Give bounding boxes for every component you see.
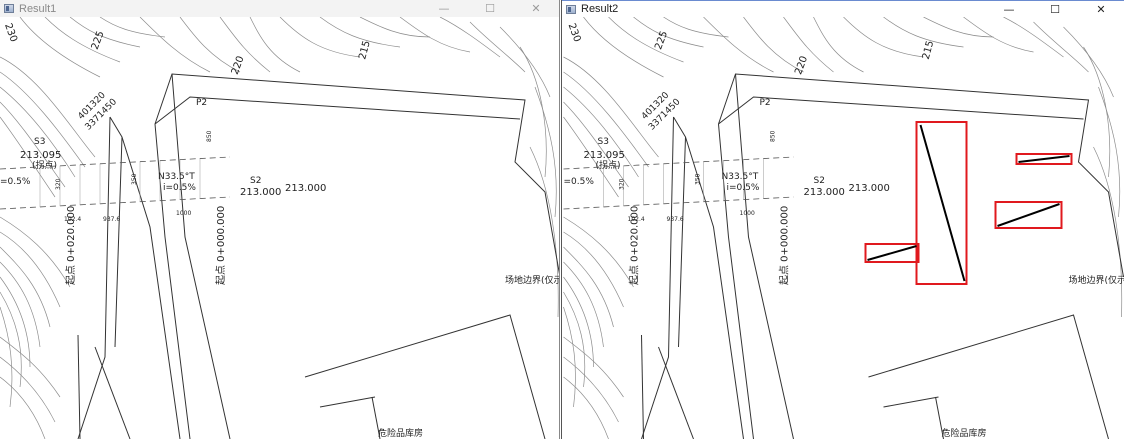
contour-label-220: 220 (230, 55, 247, 77)
drawing-svg: 230 225 220 215 401320 3371450 P2 S3 213… (0, 17, 559, 439)
s2-label: S2 (814, 176, 825, 186)
drawing-svg: 230 225 220 215 401320 3371450 P2 S3 213… (563, 17, 1124, 439)
site-boundary-label: 场地边界(仅示意) (505, 274, 559, 286)
s3-elevation: 213.095 (584, 150, 625, 161)
chainage-label-1: 起点 0+020.000 (65, 206, 77, 285)
dim-937-label: 937.6 (667, 216, 684, 223)
dim-320-label: 320 (55, 178, 62, 190)
dim-1000-label: 1000 (740, 210, 755, 217)
image-canvas: 230 225 220 215 401320 3371450 P2 S3 213… (562, 17, 1124, 439)
minimize-button[interactable]: — (986, 1, 1032, 18)
storage-label: 危险品库房 (942, 427, 987, 439)
close-button[interactable]: ✕ (1078, 1, 1124, 18)
s2-elevation: 213.000 (240, 187, 281, 198)
detected-line (1018, 155, 1070, 163)
window-title: Result2 (581, 3, 619, 15)
result1-window: Result1 — ☐ ✕ 230 225 220 215 401320 337… (0, 0, 560, 439)
dim-937-label: 937.6 (103, 216, 120, 223)
maximize-button[interactable]: ☐ (467, 0, 513, 17)
contour-label-215: 215 (357, 40, 373, 61)
contour-label-220: 220 (793, 55, 810, 77)
storage-label: 危险品库房 (378, 427, 423, 439)
slope-mid-label: i=0.5% (727, 183, 760, 193)
window-app-icon (4, 4, 14, 13)
title-bar[interactable]: Result1 — ☐ ✕ (0, 0, 559, 17)
center-elevation: 213.000 (849, 183, 890, 194)
contour-label-230: 230 (566, 22, 583, 44)
s3-label: S3 (34, 137, 45, 147)
window-title: Result1 (19, 2, 57, 15)
contour-label-215: 215 (921, 40, 937, 61)
contour-label-225: 225 (653, 30, 670, 52)
dim-1000-label: 1000 (176, 210, 191, 217)
close-button[interactable]: ✕ (513, 0, 559, 17)
dim-850-label: 850 (770, 130, 777, 142)
site-boundary-label: 场地边界(仅示意) (1069, 274, 1124, 286)
chainage-label-2: 起点 0+000.000 (215, 206, 227, 285)
dim-350-label: 350 (695, 173, 702, 185)
detected-line (997, 203, 1060, 227)
dim-320-label: 320 (619, 178, 626, 190)
slope-mid-label: i=0.5% (163, 183, 196, 193)
detection-overlay (864, 121, 1073, 285)
detected-line (867, 245, 917, 261)
s3-elevation: 213.095 (20, 150, 61, 161)
minimize-button[interactable]: — (421, 0, 467, 17)
point-p2-label: P2 (196, 98, 207, 108)
point-p2-label: P2 (760, 98, 771, 108)
slope-left-label: =0.5% (564, 177, 595, 187)
chainage-label-2: 起点 0+000.000 (779, 206, 791, 285)
dim-850-label: 850 (206, 130, 213, 142)
heading-label: N33.5°T (722, 172, 759, 182)
maximize-button[interactable]: ☐ (1032, 1, 1078, 18)
image-canvas: 230 225 220 215 401320 3371450 P2 S3 213… (0, 17, 559, 439)
detected-line (919, 124, 966, 282)
s3-note: (拐点) (596, 159, 621, 171)
s2-label: S2 (250, 176, 261, 186)
s2-elevation: 213.000 (804, 187, 845, 198)
contour-label-225: 225 (90, 30, 107, 52)
heading-label: N33.5°T (158, 172, 195, 182)
result2-window: Result2 — ☐ ✕ 230 225 220 215 401320 337… (561, 0, 1124, 439)
contour-lines (0, 17, 559, 439)
dim-350-label: 350 (131, 173, 138, 185)
chainage-label-1: 起点 0+020.000 (629, 206, 641, 285)
slope-left-label: =0.5% (0, 177, 31, 187)
title-bar[interactable]: Result2 — ☐ ✕ (562, 0, 1124, 17)
center-elevation: 213.000 (285, 183, 326, 194)
window-app-icon (566, 4, 576, 14)
platform-outline (77, 73, 559, 439)
s3-label: S3 (598, 137, 609, 147)
s3-note: (拐点) (32, 159, 57, 171)
contour-label-230: 230 (2, 22, 19, 44)
